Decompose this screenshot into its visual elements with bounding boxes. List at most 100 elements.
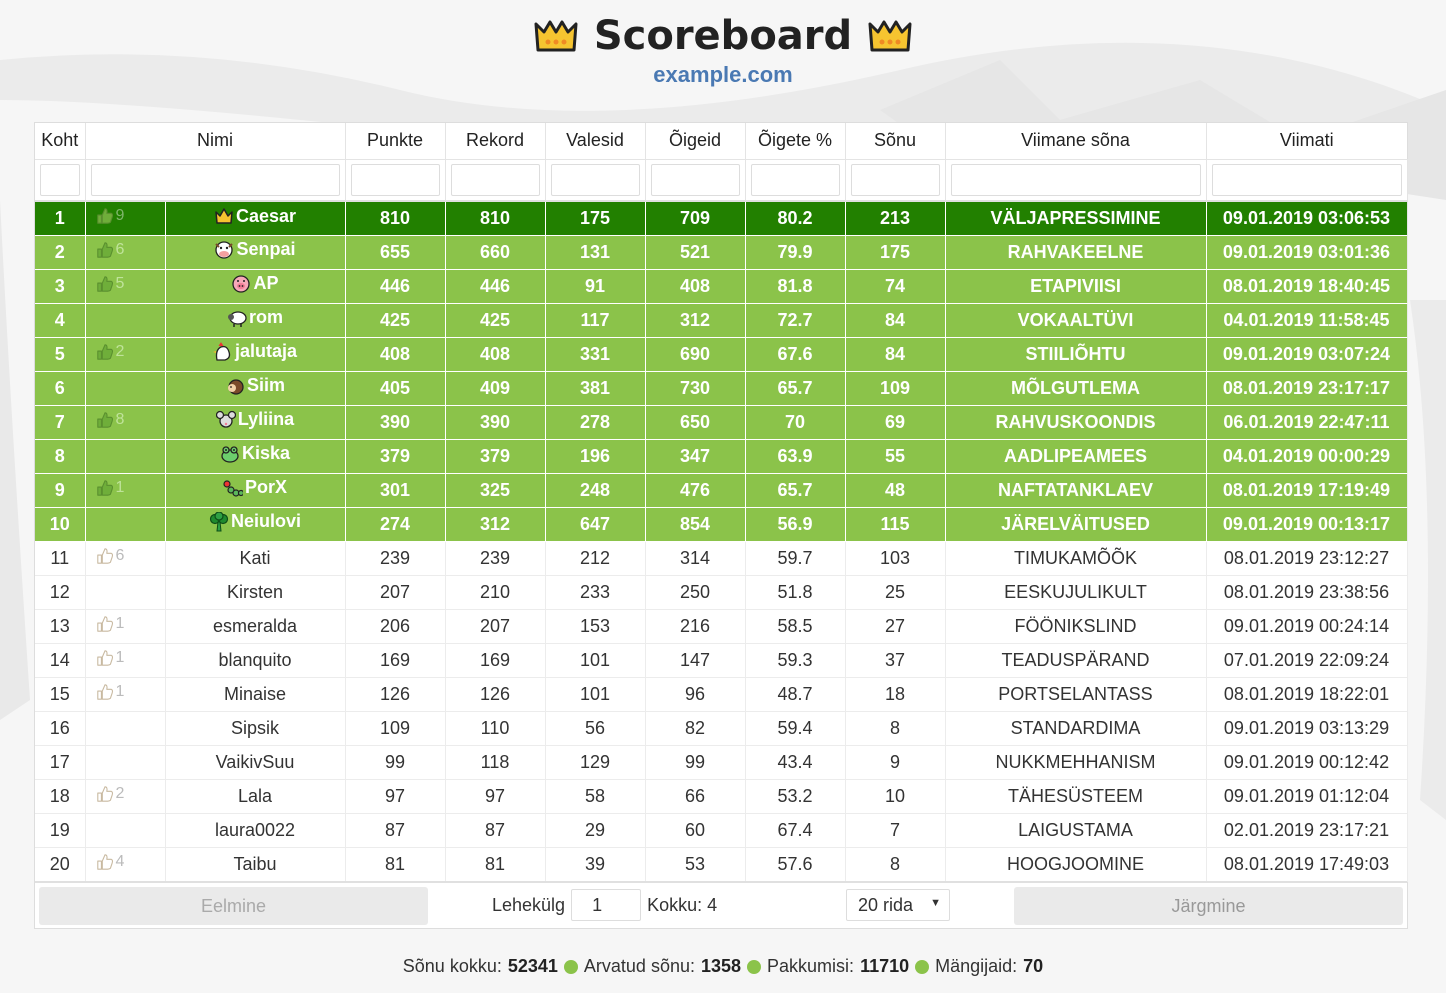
likes-count[interactable]: 1 [96, 615, 124, 633]
filter-input-name[interactable] [90, 163, 340, 196]
column-header-words[interactable]: Sõnu [845, 123, 946, 160]
cell-points: 126 [345, 677, 446, 712]
cell-last-time: 08.01.2019 23:17:17 [1206, 371, 1408, 406]
likes-count[interactable]: 1 [96, 478, 125, 497]
likes-count[interactable]: 9 [96, 207, 124, 225]
column-header-right[interactable]: Õigeid [645, 123, 746, 160]
column-header-name[interactable]: Nimi [85, 123, 346, 160]
cell-likes: 6 [85, 235, 166, 270]
column-header-last-word[interactable]: Viimane sõna [945, 123, 1207, 160]
likes-value: 5 [115, 274, 125, 292]
column-header-last-time[interactable]: Viimati [1206, 123, 1407, 160]
thumbs-up-icon [96, 683, 113, 700]
likes-value: 4 [115, 852, 125, 870]
filter-input-rank[interactable] [40, 163, 80, 196]
cell-percent: 80.2 [745, 201, 846, 236]
cell-right: 82 [645, 711, 746, 746]
page-number-input[interactable]: 1 [571, 889, 642, 921]
cell-points: 99 [345, 745, 446, 780]
cell-name: esmeralda [165, 609, 346, 644]
cell-record: 810 [445, 201, 546, 236]
rows-per-page-select[interactable]: 20 rida ▼ [846, 889, 950, 921]
header-row: Koht Nimi Punkte Rekord Valesid Õigeid Õ… [35, 123, 1407, 160]
cell-record: 97 [445, 779, 546, 814]
cell-words: 115 [845, 507, 946, 542]
cell-likes [85, 745, 166, 780]
filter-input-last-time[interactable] [1211, 163, 1402, 196]
column-header-record[interactable]: Rekord [445, 123, 546, 160]
previous-page-button[interactable]: Eelmine [39, 887, 428, 925]
next-page-button[interactable]: Järgmine [1014, 887, 1403, 925]
cell-likes: 6 [85, 541, 166, 576]
site-link[interactable]: example.com [0, 62, 1446, 88]
filter-input-record[interactable] [450, 163, 540, 196]
likes-value: 6 [115, 240, 125, 258]
cell-last-word: VÄLJAPRESSIMINE [945, 201, 1207, 236]
cell-name: Lyliina [165, 405, 346, 440]
table-row: 3 5 AP 446 446 91 408 81.8 74 ETAPIVIISI 08.01.201… [35, 269, 1408, 304]
cell-likes: 4 [85, 847, 166, 882]
cell-wrong: 131 [545, 235, 646, 270]
cell-likes: 1 [85, 473, 166, 508]
column-header-rank[interactable]: Koht [35, 123, 86, 160]
cell-right: 730 [645, 371, 746, 406]
likes-count[interactable]: 5 [96, 274, 125, 293]
likes-count[interactable]: 2 [96, 343, 124, 361]
likes-count[interactable]: 2 [96, 785, 124, 803]
cell-points: 655 [345, 235, 446, 270]
separator-dot-icon [747, 959, 762, 974]
likes-count[interactable]: 6 [96, 547, 124, 565]
likes-value: 8 [115, 410, 125, 428]
cell-percent: 67.4 [745, 813, 846, 848]
offers-value: 11710 [860, 956, 910, 976]
cell-words: 27 [845, 609, 946, 644]
likes-count[interactable]: 4 [96, 852, 125, 871]
table-row: 1 9 Caesar 810 810 175 709 80.2 213 VÄLJAPRESSIMI… [35, 201, 1408, 236]
filter-input-percent[interactable] [750, 163, 840, 196]
cell-wrong: 91 [545, 269, 646, 304]
cell-right: 709 [645, 201, 746, 236]
table-row: 6 Siim 405 409 381 730 65.7 109 MÕLGUTLEMA 08.01.… [35, 371, 1408, 406]
cell-last-time: 08.01.2019 23:12:27 [1206, 541, 1408, 576]
cell-percent: 56.9 [745, 507, 846, 542]
filter-input-words[interactable] [850, 163, 940, 196]
cell-percent: 59.4 [745, 711, 846, 746]
filter-input-right[interactable] [650, 163, 740, 196]
cell-percent: 79.9 [745, 235, 846, 270]
cell-words: 8 [845, 711, 946, 746]
column-header-wrong[interactable]: Valesid [545, 123, 646, 160]
filter-input-wrong[interactable] [550, 163, 640, 196]
column-header-points[interactable]: Punkte [345, 123, 446, 160]
filter-input-last-word[interactable] [950, 163, 1201, 196]
cell-record: 409 [445, 371, 546, 406]
filter-input-points[interactable] [350, 163, 440, 196]
cell-name: Taibu [165, 847, 346, 882]
cell-name: Sipsik [165, 711, 346, 746]
crown-icon [215, 208, 233, 224]
table-row: 14 1 blanquito 169 169 101 147 59.3 37 TEADUSPÄRA… [35, 643, 1408, 678]
guessed-words-value: 1358 [700, 956, 742, 976]
cell-rank: 1 [35, 201, 86, 236]
cell-name: Caesar [165, 201, 346, 236]
cell-likes: 2 [85, 779, 166, 814]
cell-last-word: HOOGJOOMINE [945, 847, 1207, 882]
likes-count[interactable]: 1 [96, 649, 124, 667]
cell-wrong: 153 [545, 609, 646, 644]
thumbs-up-icon [96, 785, 113, 802]
table-row: 19 laura0022 87 87 29 60 67.4 7 LAIGUSTAMA 02.01.… [35, 813, 1408, 848]
cell-right: 216 [645, 609, 746, 644]
likes-count[interactable]: 6 [96, 240, 125, 259]
thumbs-up-icon [96, 649, 113, 666]
player-name: AP [253, 273, 279, 294]
column-header-percent[interactable]: Õigete % [745, 123, 846, 160]
cell-percent: 65.7 [745, 371, 846, 406]
cell-rank: 9 [35, 473, 86, 508]
cell-wrong: 39 [545, 847, 646, 882]
thumbs-up-icon [96, 615, 113, 632]
likes-count[interactable]: 1 [96, 683, 124, 701]
cell-last-time: 09.01.2019 03:13:29 [1206, 711, 1408, 746]
cell-record: 312 [445, 507, 546, 542]
cell-rank: 5 [35, 337, 86, 372]
likes-count[interactable]: 8 [96, 410, 125, 429]
likes-value: 1 [115, 478, 125, 496]
